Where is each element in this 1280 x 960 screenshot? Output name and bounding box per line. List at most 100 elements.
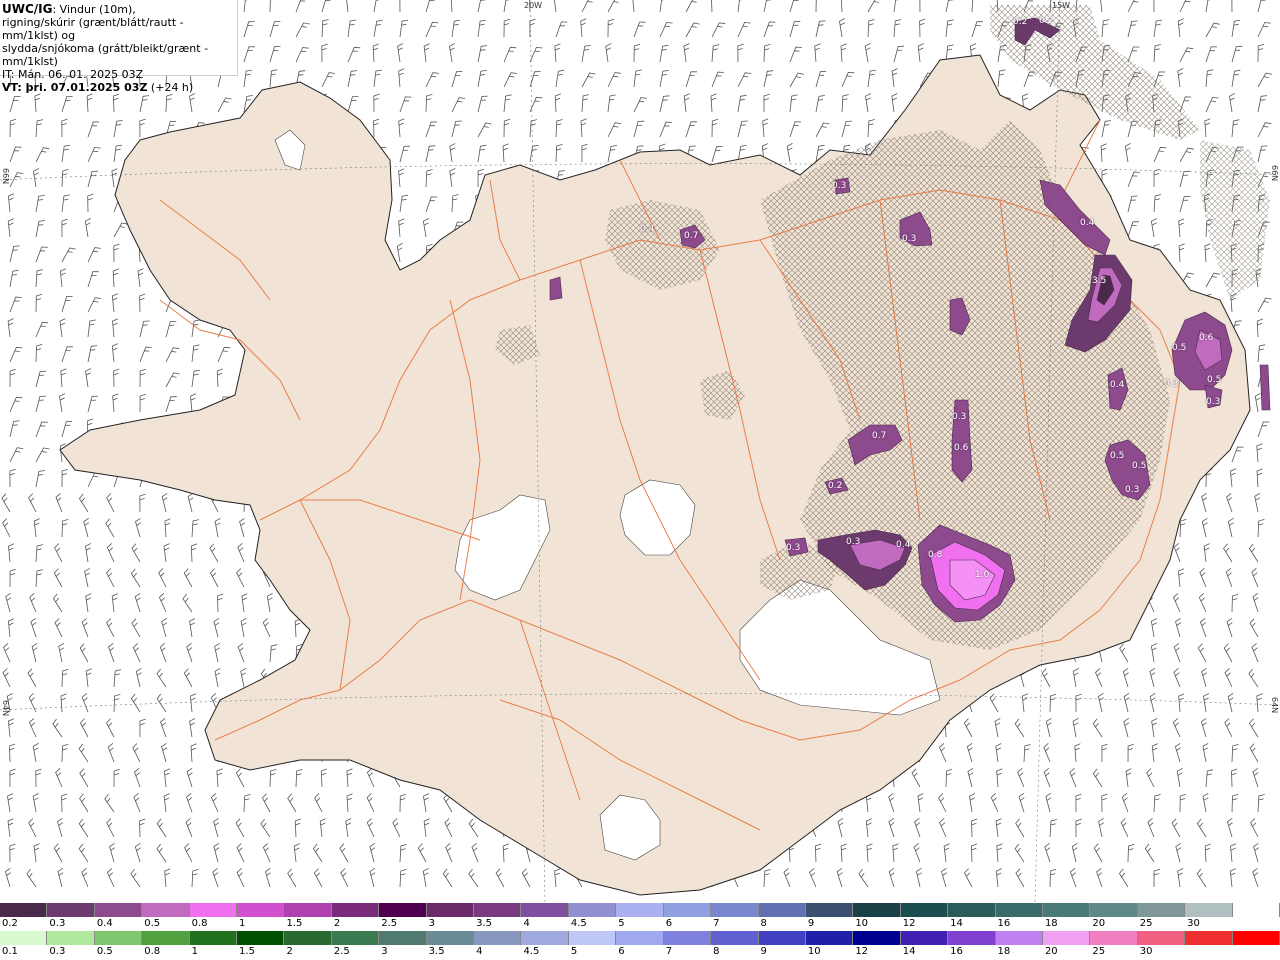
legend-swatch <box>189 931 238 945</box>
legend-swatch <box>948 903 996 917</box>
precip-value-label: 0.2 <box>828 481 843 491</box>
legend-swatch <box>1137 931 1186 945</box>
precip-value-label: 0.4 <box>1110 380 1125 390</box>
precip-value-label: 0.6 <box>1199 333 1214 343</box>
legend-tick-label: 14 <box>902 946 916 957</box>
precip-value-label: 0.3 <box>832 181 847 191</box>
legend-swatch <box>474 931 522 945</box>
legend-tick-label: 4.5 <box>570 918 587 929</box>
lat-label-64n-right: 64N <box>1270 697 1279 714</box>
legend-tick-label: 5 <box>618 918 625 929</box>
legend-swatch <box>142 903 190 917</box>
legend-tick-label: 18 <box>997 946 1011 957</box>
weather-map[interactable]: 0.2 0.2 0.3 0.4 0.7 0.3 3.5 0.4 0.5 0.6 0.3 0.5 0.4 0… <box>0 0 1280 902</box>
legend-tick-label: 10 <box>855 918 869 929</box>
legend-swatch <box>237 903 285 917</box>
precip-value-label: 0.2 <box>1013 17 1028 27</box>
forecast-lead: (+24 h) <box>147 81 194 94</box>
legend-tick-label: 0.5 <box>144 918 161 929</box>
precip-value-label: 0.3 <box>902 234 917 244</box>
variable-desc-3: slydda/snjókoma (grátt/bleikt/grænt - mm… <box>2 42 209 68</box>
legend-snow-colorbar <box>0 903 1280 917</box>
legend-rain-labels: 0.1 0.3 0.5 0.8 1 1.5 2 2.5 3 3.5 4 4.5 5 6 7 8 9 10 12 14 1… <box>0 945 1280 959</box>
legend-tick-label: 30 <box>1187 918 1200 929</box>
precip-value-label: 0.4 <box>640 224 655 234</box>
precip-value-label: 3.5 <box>1092 276 1107 286</box>
legend-rain-colorbar <box>0 931 1280 945</box>
precip-value-label: 0.5 <box>1132 461 1147 471</box>
legend-swatch <box>1090 931 1138 945</box>
valid-time: VT: þri. 07.01.2025 03Z <box>2 81 148 94</box>
legend-swatch <box>568 931 617 945</box>
precip-value-label: 0.3 <box>786 543 801 553</box>
legend-tick-label: 0.3 <box>49 946 66 957</box>
legend-swatch <box>616 903 664 917</box>
legend-swatch <box>426 931 475 945</box>
map-canvas <box>0 0 1280 902</box>
legend-tick-label: 12 <box>902 918 916 929</box>
precip-value-label: 0.3 <box>952 412 967 422</box>
legend-tick-label: 3 <box>381 946 388 957</box>
precip-value-label: 0.3 <box>1125 485 1140 495</box>
legend-tick-label: 7 <box>665 946 673 957</box>
legend-swatch <box>663 931 712 945</box>
legend-swatch <box>379 903 427 917</box>
legend-tick-label <box>1185 945 1232 959</box>
legend-tick-label: 4 <box>476 946 483 957</box>
precip-value-label: 0.3 <box>1164 379 1179 389</box>
variable-desc-2: rigning/skúrir (grænt/blátt/rautt - mm/1… <box>2 16 184 42</box>
precip-value-label: 0.6 <box>954 443 969 453</box>
legend-swatch <box>237 931 285 945</box>
legend-swatch <box>284 903 332 917</box>
legend-tick-label: 30 <box>1139 946 1153 957</box>
legend-swatch <box>805 903 854 917</box>
legend-swatch <box>616 931 664 945</box>
legend-snow: 0.2 0.3 0.4 0.5 0.8 1 1.5 2 2.5 3 3.5 4 4.5 5 6 7 8 9 10 12… <box>0 903 1280 931</box>
legend-tick-label: 2 <box>286 946 293 957</box>
legend-tick-label: 16 <box>950 946 963 957</box>
legend-tick-label: 3.5 <box>428 946 445 957</box>
lat-label-66n-left: 66N <box>1 168 10 185</box>
legend-swatch <box>474 903 522 917</box>
precip-value-label: 1.0 <box>975 570 990 580</box>
precip-value-label: 0.5 <box>1172 343 1187 353</box>
legend-swatch <box>900 903 949 917</box>
legend-swatch <box>0 903 48 917</box>
legend-snow-labels: 0.2 0.3 0.4 0.5 0.8 1 1.5 2 2.5 3 3.5 4 4.5 5 6 7 8 9 10 12… <box>0 917 1280 931</box>
legend-tick-label <box>1233 917 1280 931</box>
legend-tick-label: 18 <box>1044 918 1058 929</box>
legend-swatch <box>94 903 143 917</box>
legend-swatch <box>663 903 712 917</box>
legend-tick-label <box>1233 945 1280 959</box>
legend-swatch <box>853 903 901 917</box>
legend-swatch <box>1090 903 1138 917</box>
legend-swatch <box>521 931 569 945</box>
legend-swatch <box>331 903 380 917</box>
legend-swatch <box>995 903 1043 917</box>
legend-tick-label: 3.5 <box>476 918 492 929</box>
legend-tick-label: 6 <box>665 918 673 929</box>
legend-tick-label: 8 <box>760 918 767 929</box>
legend-swatch <box>1137 903 1186 917</box>
legend-swatch <box>284 931 332 945</box>
legend-swatch <box>426 903 475 917</box>
legend-swatch <box>47 903 95 917</box>
precip-value-label: 0.5 <box>1110 451 1125 461</box>
legend-tick-label: 12 <box>855 946 869 957</box>
legend-tick-label: 1 <box>191 946 198 957</box>
legend-swatch <box>47 931 95 945</box>
legend-swatch <box>189 903 238 917</box>
lat-label-64n-left: 64N <box>1 700 10 717</box>
legend-swatch <box>1232 931 1280 945</box>
legend-rain: 0.1 0.3 0.5 0.8 1 1.5 2 2.5 3 3.5 4 4.5 5 6 7 8 9 10 12 14 1… <box>0 931 1280 959</box>
legend-swatch <box>995 931 1043 945</box>
legend-tick-label: 0.8 <box>191 918 208 929</box>
model-name: UWC/IG <box>2 2 53 16</box>
legend-tick-label: 0.2 <box>2 918 18 929</box>
legend-tick-label: 5 <box>570 946 578 957</box>
legend-tick-label: 0.3 <box>49 918 66 929</box>
variable-desc-1: : Vindur (10m), <box>52 3 136 16</box>
legend-tick-label: 2 <box>333 918 341 929</box>
legend-tick-label: 16 <box>997 918 1011 929</box>
legend-tick-label: 25 <box>1092 946 1106 957</box>
